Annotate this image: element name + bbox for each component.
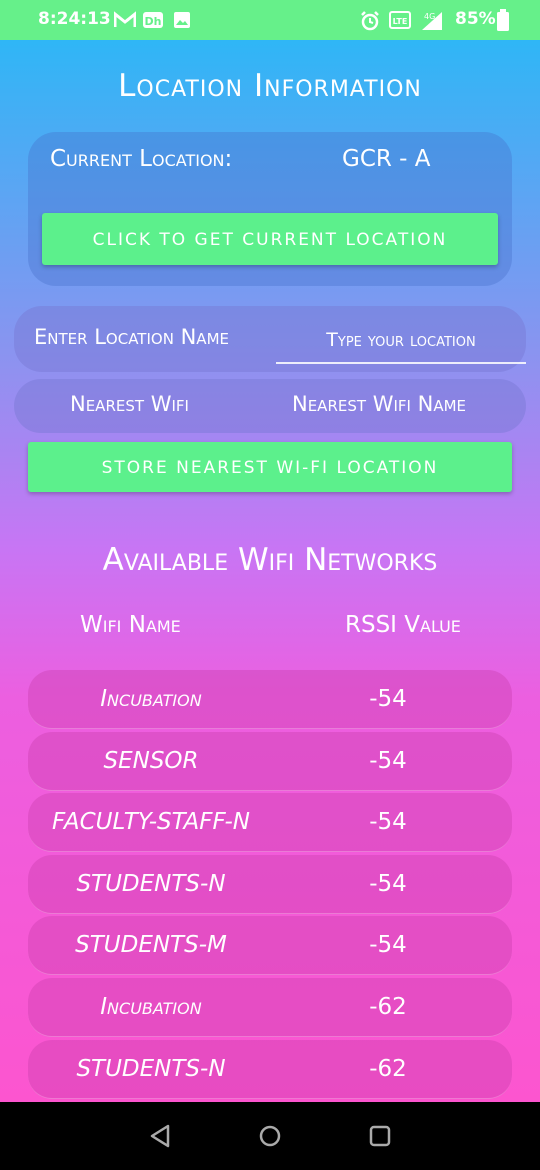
back-icon[interactable]	[148, 1123, 172, 1154]
wifi-network-name: Incubation	[100, 993, 202, 1020]
nearest-wifi-value: Nearest Wifi Name	[292, 392, 467, 416]
app-notification-icon: Dh	[142, 11, 164, 34]
gmail-icon	[113, 10, 137, 34]
wifi-network-rssi: -54	[369, 686, 407, 712]
page-title: Location Information	[118, 68, 422, 104]
wifi-network-name: STUDENTS-N	[76, 870, 226, 897]
current-location-label: Current Location:	[50, 146, 233, 172]
nearest-wifi-label: Nearest Wifi	[70, 392, 189, 416]
wifi-network-row[interactable]: STUDENTS-M -54	[28, 916, 512, 976]
current-location-card: Current Location: GCR - A Click to get c…	[28, 132, 512, 286]
current-location-value: GCR - A	[342, 146, 431, 172]
wifi-network-rssi: -62	[369, 993, 407, 1020]
alarm-icon	[360, 11, 380, 36]
wifi-network-name: Incubation	[100, 686, 202, 712]
nearest-wifi-row: Nearest Wifi Nearest Wifi Name	[14, 379, 526, 433]
wifi-network-row[interactable]: Incubation -62	[28, 977, 512, 1037]
wifi-network-name: STUDENTS-N	[76, 1055, 226, 1082]
wifi-network-row[interactable]: STUDENTS-N -62	[28, 1039, 512, 1099]
wifi-network-name: SENSOR	[103, 747, 199, 774]
wifi-network-rssi: -54	[369, 932, 407, 959]
get-current-location-button[interactable]: Click to get current location	[42, 213, 498, 265]
wifi-network-rssi: -62	[369, 1055, 407, 1082]
wifi-network-rssi: -54	[369, 747, 407, 774]
recents-icon[interactable]	[368, 1123, 392, 1154]
wifi-network-name: STUDENTS-M	[75, 932, 227, 959]
rssi-column-header: RSSI Value	[345, 612, 461, 638]
signal-icon: 4G	[418, 11, 446, 36]
wifi-network-list[interactable]: Incubation -54 SENSOR -54 FACULTY-STAFF-N -54…	[28, 670, 512, 1101]
main-content: Location Information Current Location: G…	[0, 40, 540, 1102]
battery-percent: 85%	[455, 9, 496, 29]
location-name-input[interactable]	[276, 318, 526, 364]
wifi-name-column-header: Wifi Name	[80, 612, 181, 638]
image-icon	[173, 11, 191, 34]
navigation-bar	[0, 1102, 540, 1170]
wifi-network-rssi: -54	[369, 870, 407, 897]
wifi-network-row[interactable]: SENSOR -54	[28, 731, 512, 791]
svg-text:LTE: LTE	[393, 17, 408, 26]
available-networks-title: Available Wifi Networks	[102, 542, 438, 578]
home-icon[interactable]	[258, 1123, 282, 1154]
store-nearest-wifi-button[interactable]: Store nearest Wi-Fi location	[28, 442, 512, 492]
status-time: 8:24:13	[38, 9, 111, 29]
wifi-network-row[interactable]: STUDENTS-N -54	[28, 854, 512, 914]
svg-text:4G: 4G	[424, 12, 435, 21]
volte-icon: LTE	[389, 11, 411, 34]
svg-text:Dh: Dh	[145, 15, 162, 28]
wifi-network-rssi: -54	[369, 809, 407, 836]
wifi-network-row[interactable]: Incubation -54	[28, 670, 512, 729]
enter-location-label: Enter Location Name	[34, 325, 229, 349]
wifi-network-name: FACULTY-STAFF-N	[52, 809, 250, 836]
wifi-network-row[interactable]: FACULTY-STAFF-N -54	[28, 793, 512, 853]
battery-icon	[497, 9, 509, 36]
status-bar: 8:24:13 Dh LTE 4G 85%	[0, 0, 540, 40]
enter-location-row: Enter Location Name	[14, 306, 526, 372]
